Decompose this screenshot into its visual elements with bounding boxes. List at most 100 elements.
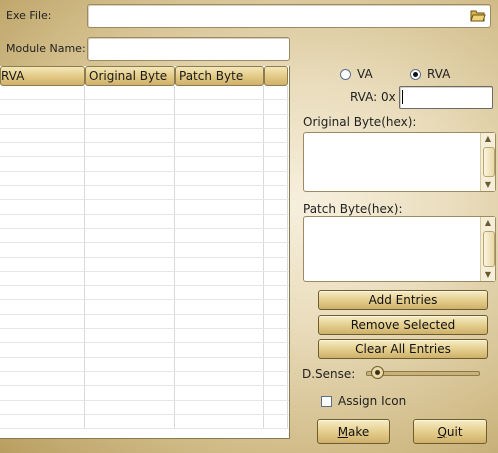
table-cell <box>264 357 288 371</box>
table-cell <box>85 214 175 228</box>
table-cell <box>0 143 85 157</box>
table-row[interactable] <box>0 214 289 229</box>
table-cell <box>85 200 175 214</box>
patch-table[interactable]: RVA Original Byte Patch Byte <box>0 66 290 439</box>
add-entries-button[interactable]: Add Entries <box>318 290 488 310</box>
radio-rva-button[interactable] <box>410 68 421 80</box>
make-rest: ake <box>348 425 370 439</box>
column-original-byte[interactable]: Original Byte <box>85 66 175 86</box>
table-cell <box>85 400 175 414</box>
table-cell <box>85 114 175 128</box>
table-cell <box>264 186 288 200</box>
table-cell <box>85 286 175 300</box>
original-byte-scrollbar[interactable]: ▲ ▼ <box>480 133 495 191</box>
column-rva[interactable]: RVA <box>0 66 85 86</box>
table-cell <box>264 257 288 271</box>
table-cell <box>175 214 264 228</box>
table-cell <box>85 329 175 343</box>
table-cell <box>264 86 288 100</box>
table-row[interactable] <box>0 300 289 315</box>
module-name-input[interactable] <box>87 37 290 61</box>
table-cell <box>0 100 85 114</box>
table-cell <box>85 414 175 429</box>
remove-selected-button[interactable]: Remove Selected <box>318 315 488 335</box>
table-cell <box>85 128 175 143</box>
table-row[interactable] <box>0 143 289 158</box>
table-row[interactable] <box>0 343 289 358</box>
table-cell <box>175 128 264 143</box>
table-cell <box>264 314 288 329</box>
table-row[interactable] <box>0 414 289 430</box>
table-cell <box>85 343 175 357</box>
table-row[interactable] <box>0 157 289 172</box>
table-row[interactable] <box>0 171 289 187</box>
scroll-down-icon[interactable]: ▼ <box>481 179 495 191</box>
table-cell <box>85 86 175 100</box>
table-cell <box>175 386 264 400</box>
table-cell <box>85 300 175 314</box>
table-cell <box>0 243 85 257</box>
table-cell <box>175 371 264 386</box>
exe-file-input[interactable] <box>87 4 491 28</box>
table-row[interactable] <box>0 186 289 201</box>
table-row[interactable] <box>0 200 289 215</box>
table-cell <box>0 171 85 186</box>
table-row[interactable] <box>0 228 289 244</box>
table-cell <box>0 371 85 386</box>
table-cell <box>175 100 264 114</box>
table-row[interactable] <box>0 86 289 101</box>
table-row[interactable] <box>0 100 289 115</box>
scroll-down-icon[interactable]: ▼ <box>481 269 495 281</box>
radio-va[interactable]: VA <box>340 67 373 81</box>
table-cell <box>0 214 85 228</box>
radio-va-label: VA <box>357 67 373 81</box>
column-extra[interactable] <box>264 66 288 86</box>
assign-icon-option[interactable]: Assign Icon <box>321 394 406 408</box>
radio-va-button[interactable] <box>340 68 351 80</box>
table-row[interactable] <box>0 386 289 401</box>
folder-open-icon[interactable] <box>470 8 486 22</box>
assign-icon-checkbox[interactable] <box>321 395 332 407</box>
radio-rva[interactable]: RVA <box>410 67 450 81</box>
table-cell <box>175 157 264 171</box>
table-cell <box>0 300 85 314</box>
table-cell <box>85 271 175 286</box>
table-row[interactable] <box>0 371 289 387</box>
table-cell <box>264 214 288 228</box>
table-row[interactable] <box>0 271 289 287</box>
table-cell <box>264 286 288 300</box>
table-cell <box>0 343 85 357</box>
table-row[interactable] <box>0 114 289 129</box>
table-row[interactable] <box>0 314 289 330</box>
table-cell <box>175 329 264 343</box>
table-row[interactable] <box>0 357 289 372</box>
table-row[interactable] <box>0 286 289 301</box>
rva-input[interactable] <box>399 86 493 109</box>
quit-accel: Q <box>437 425 447 439</box>
quit-button[interactable]: Quit <box>413 419 487 444</box>
patch-byte-scrollbar[interactable]: ▲ ▼ <box>480 217 495 281</box>
table-row[interactable] <box>0 243 289 258</box>
dsense-label: D.Sense: <box>302 367 356 381</box>
table-row[interactable] <box>0 400 289 415</box>
table-cell <box>85 371 175 386</box>
table-row[interactable] <box>0 329 289 344</box>
column-patch-byte[interactable]: Patch Byte <box>175 66 264 86</box>
table-cell <box>0 314 85 329</box>
make-button[interactable]: Make <box>317 419 390 444</box>
table-cell <box>264 243 288 257</box>
table-cell <box>0 128 85 143</box>
patch-byte-textarea[interactable]: ▲ ▼ <box>303 216 496 282</box>
clear-all-entries-button[interactable]: Clear All Entries <box>318 339 488 359</box>
table-row[interactable] <box>0 128 289 144</box>
scroll-up-icon[interactable]: ▲ <box>481 217 495 229</box>
table-cell <box>0 271 85 286</box>
scroll-thumb[interactable] <box>483 147 495 177</box>
original-byte-textarea[interactable]: ▲ ▼ <box>303 132 496 192</box>
table-row[interactable] <box>0 257 289 272</box>
dsense-slider-thumb[interactable] <box>371 366 385 379</box>
scroll-up-icon[interactable]: ▲ <box>481 133 495 145</box>
table-cell <box>175 357 264 371</box>
table-cell <box>85 228 175 243</box>
scroll-thumb[interactable] <box>483 231 495 267</box>
